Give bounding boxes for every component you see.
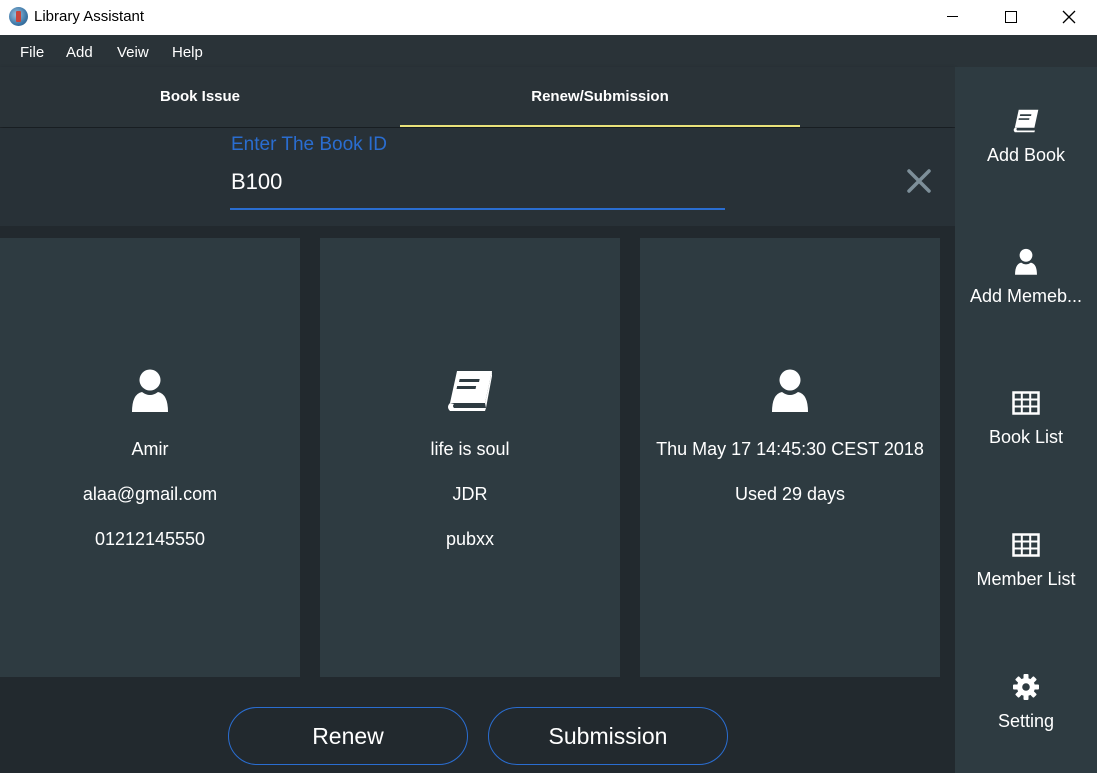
menu-view[interactable]: Veiw bbox=[117, 44, 149, 61]
menu-bar: File Add Veiw Help bbox=[0, 35, 1097, 68]
sidebar-item-label: Add Memeb... bbox=[969, 286, 1083, 306]
user-icon bbox=[772, 369, 808, 412]
sidebar-item-label: Setting bbox=[997, 711, 1055, 731]
app-icon bbox=[9, 7, 28, 26]
days-used: Used 29 days bbox=[734, 484, 846, 504]
tab-bar: Book Issue Renew/Submission bbox=[0, 67, 955, 127]
renew-button[interactable]: Renew bbox=[228, 707, 468, 765]
sidebar-item-add-member[interactable]: Add Memeb... bbox=[955, 246, 1097, 346]
maximize-icon bbox=[1005, 10, 1017, 23]
book-id-underline bbox=[230, 208, 725, 210]
sidebar-item-setting[interactable]: Setting bbox=[955, 671, 1097, 771]
book-icon bbox=[448, 371, 492, 411]
user-icon bbox=[132, 369, 168, 412]
active-tab-indicator bbox=[400, 125, 800, 127]
issue-date: Thu May 17 14:45:30 CEST 2018 bbox=[656, 439, 924, 459]
menu-file[interactable]: File bbox=[20, 44, 44, 61]
member-info-card: Amir alaa@gmail.com 01212145550 bbox=[0, 238, 300, 677]
book-publisher: pubxx bbox=[445, 529, 495, 549]
close-button[interactable] bbox=[1040, 0, 1097, 33]
maximize-button[interactable] bbox=[982, 0, 1040, 33]
window-title: Library Assistant bbox=[34, 8, 145, 25]
table-icon bbox=[1012, 391, 1040, 415]
title-bar: Library Assistant bbox=[0, 0, 1097, 35]
tab-book-issue[interactable]: Book Issue bbox=[0, 67, 400, 127]
book-icon bbox=[1013, 109, 1039, 133]
sidebar-item-label: Member List bbox=[976, 569, 1076, 589]
member-email: alaa@gmail.com bbox=[82, 484, 218, 504]
sidebar-item-book-list[interactable]: Book List bbox=[955, 387, 1097, 487]
book-id-label: Enter The Book ID bbox=[231, 134, 387, 155]
member-name: Amir bbox=[131, 439, 169, 459]
issue-info-card: Thu May 17 14:45:30 CEST 2018 Used 29 da… bbox=[640, 238, 940, 677]
member-phone: 01212145550 bbox=[94, 529, 206, 549]
book-author: JDR bbox=[452, 484, 488, 504]
sidebar-item-label: Add Book bbox=[986, 145, 1066, 165]
gear-icon bbox=[1013, 674, 1039, 700]
clear-button[interactable] bbox=[903, 165, 935, 197]
book-info-card: life is soul JDR pubxx bbox=[320, 238, 620, 677]
sidebar-item-member-list[interactable]: Member List bbox=[955, 529, 1097, 629]
submission-button[interactable]: Submission bbox=[488, 707, 728, 765]
sidebar-item-add-book[interactable]: Add Book bbox=[955, 105, 1097, 205]
menu-help[interactable]: Help bbox=[172, 44, 203, 61]
sidebar-item-label: Book List bbox=[988, 427, 1064, 447]
minimize-button[interactable] bbox=[923, 0, 981, 33]
tab-renew-submission[interactable]: Renew/Submission bbox=[400, 67, 800, 127]
close-icon bbox=[907, 169, 931, 193]
minimize-icon bbox=[946, 16, 958, 17]
book-title: life is soul bbox=[430, 439, 510, 459]
table-icon bbox=[1012, 533, 1040, 557]
menu-add[interactable]: Add bbox=[66, 44, 93, 61]
user-icon bbox=[1015, 248, 1037, 275]
sidebar: Add Book Add Memeb... Book List Member L… bbox=[955, 67, 1097, 773]
book-id-input[interactable] bbox=[231, 168, 725, 196]
close-icon bbox=[1062, 10, 1076, 23]
